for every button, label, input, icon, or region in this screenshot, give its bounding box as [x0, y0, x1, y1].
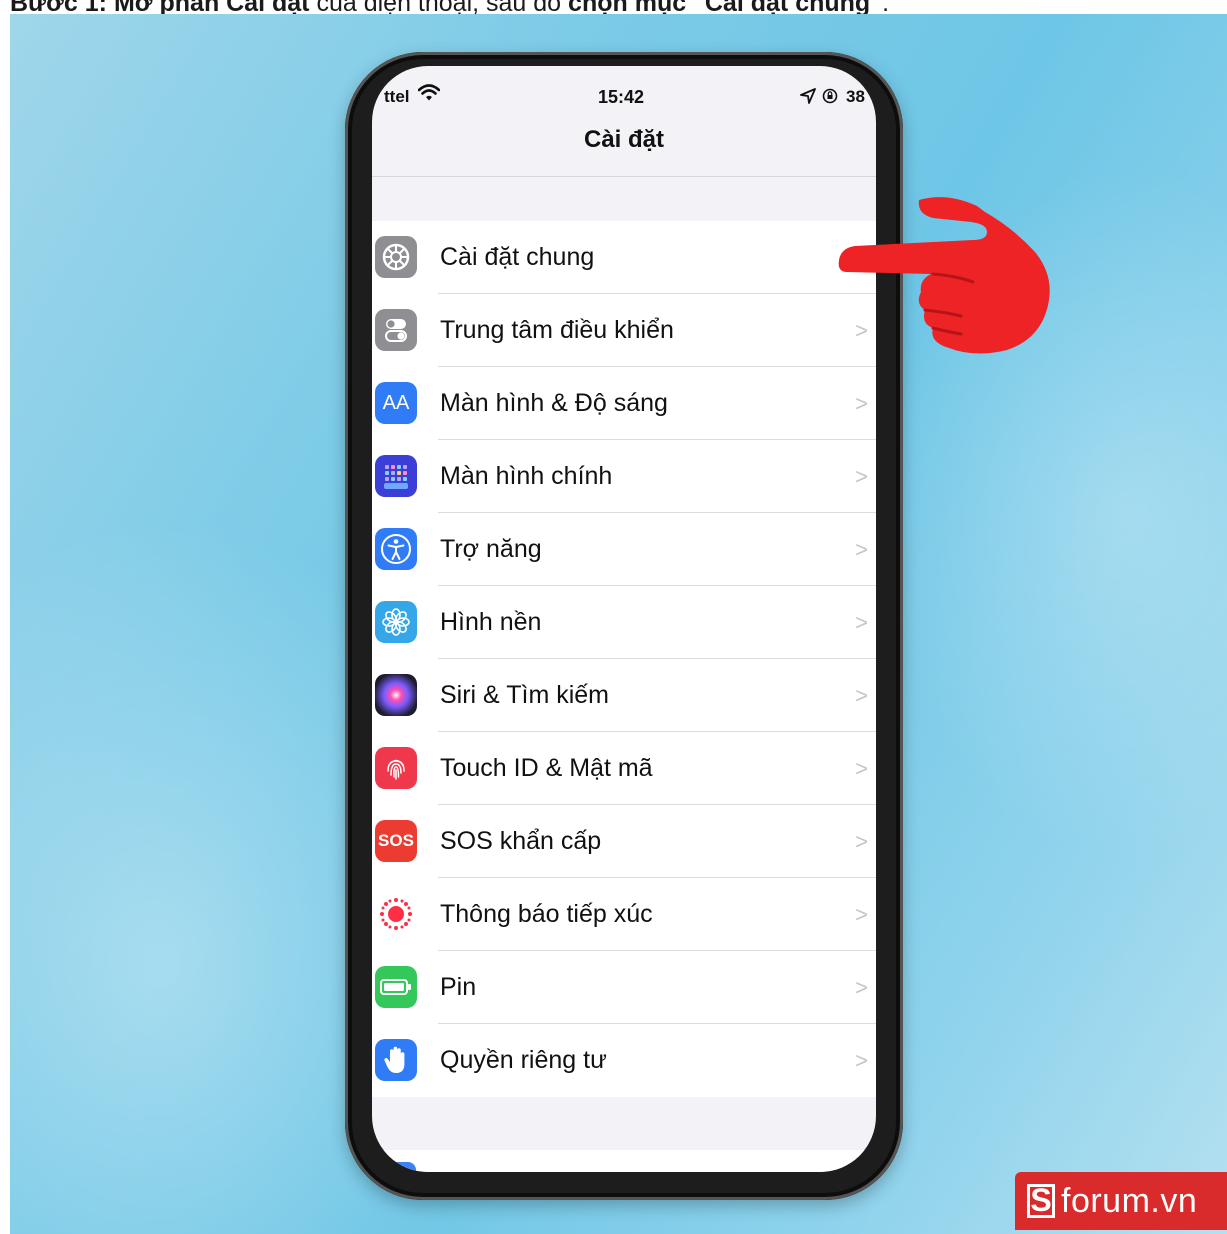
settings-row-general[interactable]: Cài đặt chung: [372, 221, 876, 294]
sforum-watermark: forum.vn: [1015, 1172, 1227, 1230]
chevron-right-icon: >: [855, 464, 868, 489]
next-section-card: [372, 1150, 876, 1172]
accessibility-icon: [375, 528, 417, 570]
pointing-hand-icon: [837, 192, 1053, 361]
settings-row-label: Trợ năng: [440, 535, 542, 563]
settings-row-control-center[interactable]: Trung tâm điều khiển >: [372, 294, 876, 367]
carrier-label: ttel: [384, 87, 410, 106]
chevron-right-icon: >: [855, 610, 868, 635]
settings-row-label: Siri & Tìm kiếm: [440, 681, 609, 709]
orientation-lock-icon: [822, 88, 838, 109]
settings-row-label: Pin: [440, 973, 477, 1001]
sforum-logo-icon: [1027, 1182, 1055, 1219]
settings-row-emergency-sos[interactable]: SOS SOS khẩn cấp >: [372, 805, 876, 878]
watermark-text: forum.vn: [1061, 1181, 1198, 1220]
sos-icon: SOS: [375, 820, 417, 862]
chevron-right-icon: >: [855, 829, 868, 854]
chevron-right-icon: >: [855, 756, 868, 781]
settings-row-exposure-notifications[interactable]: Thông báo tiếp xúc >: [372, 878, 876, 951]
settings-row-privacy[interactable]: Quyền riêng tư >: [372, 1024, 876, 1097]
flower-icon: [375, 601, 417, 643]
settings-row-siri-search[interactable]: Siri & Tìm kiếm >: [372, 659, 876, 732]
settings-row-label: Thông báo tiếp xúc: [440, 900, 653, 928]
settings-row-accessibility[interactable]: Trợ năng >: [372, 513, 876, 586]
settings-row-label: Hình nền: [440, 608, 542, 636]
exposure-icon: [375, 893, 417, 935]
sos-glyph: SOS: [378, 831, 414, 850]
toggles-icon: [375, 309, 417, 351]
hand-icon: [375, 1039, 417, 1081]
text-size-glyph: AA: [382, 391, 410, 414]
settings-row-battery[interactable]: Pin >: [372, 951, 876, 1024]
chevron-right-icon: >: [855, 537, 868, 562]
settings-row-label: Màn hình & Độ sáng: [440, 389, 668, 417]
next-section-icon: [376, 1162, 416, 1172]
chevron-right-icon: >: [855, 975, 868, 1000]
settings-row-home-screen[interactable]: Màn hình chính >: [372, 440, 876, 513]
settings-row-label: Cài đặt chung: [440, 243, 595, 271]
location-icon: [800, 88, 816, 109]
settings-row-label: Touch ID & Mật mã: [440, 754, 653, 782]
chevron-right-icon: >: [855, 391, 868, 416]
settings-row-label: Màn hình chính: [440, 462, 613, 490]
home-grid-icon: [375, 455, 417, 497]
nav-divider: [372, 176, 876, 177]
chevron-right-icon: >: [855, 902, 868, 927]
wifi-icon: [417, 84, 441, 107]
gear-icon: [375, 236, 417, 278]
settings-list: Cài đặt chung Trung tâm điều khiển > AA …: [372, 221, 876, 1097]
siri-icon: [375, 674, 417, 716]
fingerprint-icon: [375, 747, 417, 789]
settings-row-touch-id-passcode[interactable]: Touch ID & Mật mã >: [372, 732, 876, 805]
chevron-right-icon: >: [855, 1048, 868, 1073]
settings-row-display-brightness[interactable]: AA Màn hình & Độ sáng >: [372, 367, 876, 440]
clock: 15:42: [598, 87, 645, 107]
settings-row-wallpaper[interactable]: Hình nền >: [372, 586, 876, 659]
settings-row-label: SOS khẩn cấp: [440, 827, 602, 855]
settings-row-label: Trung tâm điều khiển: [440, 316, 674, 344]
battery-icon: [375, 966, 417, 1008]
text-size-icon: AA: [375, 382, 417, 424]
battery-percent: 38: [846, 87, 865, 106]
page-title: Cài đặt: [583, 126, 664, 153]
settings-row-label: Quyền riêng tư: [440, 1046, 607, 1074]
phone-screen: ttel 15:42 38 Cài đặt Cài đặt chung Trun…: [372, 66, 876, 1172]
status-bar: ttel 15:42 38: [372, 66, 876, 126]
chevron-right-icon: >: [855, 683, 868, 708]
